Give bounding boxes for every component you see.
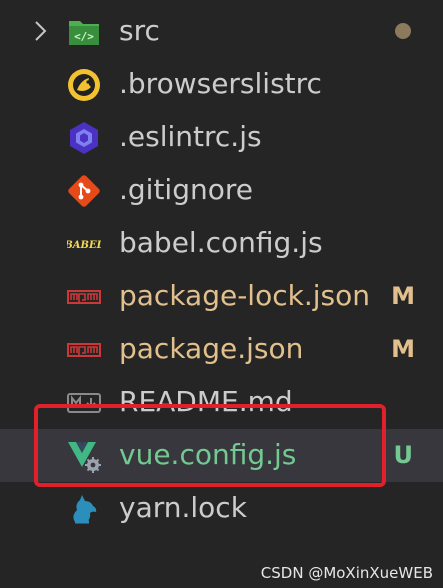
explorer-item-package-json[interactable]: package.json M	[0, 323, 443, 376]
git-status-badge: M	[391, 282, 415, 310]
browserslist-icon	[68, 69, 100, 101]
explorer-item-label: .gitignore	[119, 173, 253, 206]
git-icon	[68, 175, 100, 207]
eslint-icon	[70, 122, 98, 154]
chevron-right-icon[interactable]	[28, 19, 52, 43]
explorer-item-label: package.json	[119, 332, 304, 365]
yarn-icon	[73, 495, 97, 524]
git-status-badge: U	[393, 441, 414, 469]
explorer-item-eslintrc[interactable]: .eslintrc.js	[0, 111, 443, 164]
highlight-annotation	[34, 404, 386, 487]
svg-text:</>: </>	[74, 30, 94, 43]
file-explorer: </> src .browserslistrc .eslintrc.js .gi…	[0, 0, 443, 588]
explorer-item-browserslistrc[interactable]: .browserslistrc	[0, 58, 443, 111]
npm-icon	[67, 343, 101, 357]
explorer-item-label: src	[119, 14, 160, 47]
explorer-item-label: package-lock.json	[119, 279, 370, 312]
explorer-item-src[interactable]: </> src	[0, 5, 443, 58]
babel-icon: BABEL	[67, 240, 101, 251]
explorer-item-label: yarn.lock	[119, 491, 247, 524]
explorer-item-label: babel.config.js	[119, 226, 323, 259]
explorer-item-yarn-lock[interactable]: yarn.lock	[0, 482, 443, 535]
svg-text:BABEL: BABEL	[67, 240, 101, 251]
explorer-item-label: .eslintrc.js	[119, 120, 262, 153]
folder-src-icon: </>	[69, 21, 99, 45]
explorer-item-label: .browserslistrc	[119, 67, 322, 100]
npm-icon	[67, 290, 101, 304]
explorer-item-gitignore[interactable]: .gitignore	[0, 164, 443, 217]
explorer-item-package-lock[interactable]: package-lock.json M	[0, 270, 443, 323]
git-status-badge: M	[391, 335, 415, 363]
modified-dot	[395, 23, 411, 39]
watermark: CSDN @MoXinXueWEB	[260, 564, 433, 582]
explorer-item-babel-config[interactable]: BABEL babel.config.js	[0, 217, 443, 270]
